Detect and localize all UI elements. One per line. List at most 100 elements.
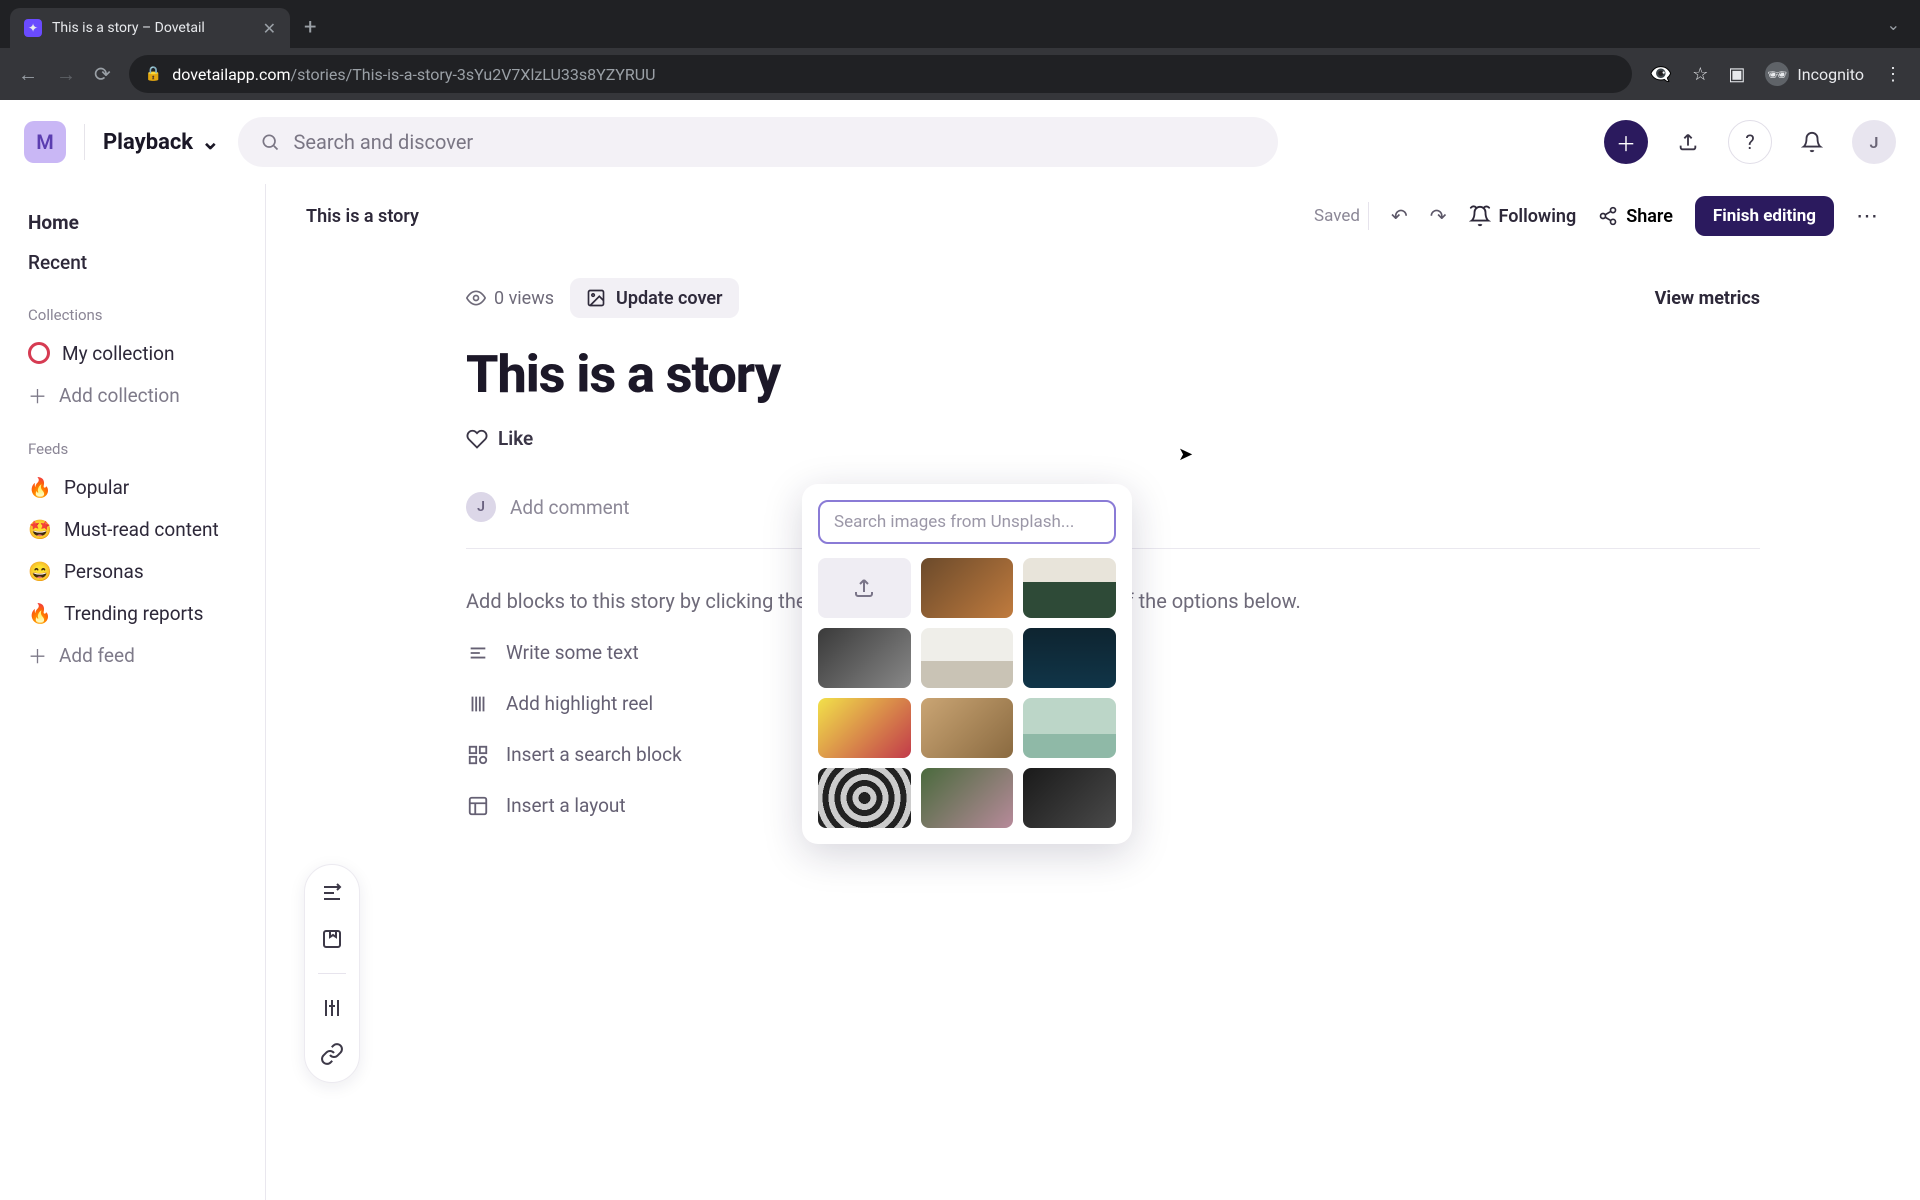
upload-icon[interactable] (1666, 120, 1710, 164)
following-label: Following (1499, 206, 1577, 227)
incognito-icon: 🕶 (1765, 62, 1789, 86)
url-path: /stories/This-is-a-story-3sYu2V7XlzLU33s… (291, 65, 656, 84)
option-label: Insert a search block (506, 743, 682, 766)
image-thumbnail[interactable] (818, 628, 911, 688)
image-thumbnail[interactable] (921, 698, 1014, 758)
search-placeholder: Search and discover (294, 130, 474, 154)
image-thumbnail[interactable] (921, 628, 1014, 688)
breadcrumb-title[interactable]: This is a story (306, 206, 419, 227)
sidebar: Home Recent Collections My collection ＋ … (0, 184, 266, 1200)
option-label: Insert a layout (506, 794, 626, 817)
image-thumbnail[interactable] (818, 698, 911, 758)
option-label: Write some text (506, 641, 639, 664)
like-button[interactable]: Like (466, 427, 1760, 450)
tab-title: This is a story – Dovetail (52, 20, 205, 36)
update-cover-label: Update cover (616, 288, 722, 309)
link-block-button[interactable] (320, 1042, 344, 1066)
window-controls[interactable]: ⌄ (1887, 15, 1910, 34)
image-thumbnail[interactable] (1023, 768, 1116, 828)
incognito-indicator: 🕶 Incognito (1765, 62, 1864, 86)
browser-menu-icon[interactable]: ⋮ (1884, 64, 1902, 85)
browser-tab[interactable]: ✦ This is a story – Dovetail ✕ (10, 8, 290, 48)
save-status: Saved (1314, 202, 1369, 230)
collection-label: My collection (62, 342, 175, 365)
user-avatar[interactable]: J (1852, 120, 1896, 164)
nav-recent[interactable]: Recent (22, 242, 253, 282)
image-thumbnail[interactable] (818, 768, 911, 828)
add-feed-button[interactable]: ＋ Add feed (22, 634, 253, 676)
workspace-switcher[interactable]: Playback ⌄ (103, 130, 220, 155)
redo-button[interactable]: ↷ (1430, 204, 1447, 228)
fire-icon: 🔥 (28, 476, 52, 499)
chevron-down-icon: ⌄ (201, 130, 219, 155)
feed-label: Personas (64, 560, 144, 583)
feed-trending[interactable]: 🔥Trending reports (22, 592, 253, 634)
add-collection-button[interactable]: ＋ Add collection (22, 374, 253, 416)
back-button[interactable]: ← (18, 62, 38, 87)
address-bar[interactable]: 🔒 dovetailapp.com/stories/This-is-a-stor… (129, 55, 1632, 93)
create-button[interactable]: ＋ (1604, 120, 1648, 164)
notifications-button[interactable] (1790, 120, 1834, 164)
like-label: Like (498, 427, 533, 450)
feed-popular[interactable]: 🔥 Popular (22, 466, 253, 508)
image-thumbnail[interactable] (921, 768, 1014, 828)
help-button[interactable]: ? (1728, 120, 1772, 164)
search-block-icon (466, 744, 490, 766)
bookmark-star-icon[interactable]: ☆ (1692, 64, 1708, 85)
smile-icon: 😄 (28, 560, 52, 583)
undo-button[interactable]: ↶ (1391, 204, 1408, 228)
eye-off-icon[interactable]: 👁️‍🗨️ (1650, 64, 1672, 85)
workspace-name: Playback (103, 130, 193, 155)
highlight-block-button[interactable] (320, 996, 344, 1020)
star-eyes-icon: 🤩 (28, 518, 52, 541)
new-tab-button[interactable]: + (290, 15, 330, 40)
image-thumbnail[interactable] (1023, 558, 1116, 618)
reload-button[interactable]: ⟳ (94, 62, 111, 86)
workspace-badge[interactable]: M (24, 121, 66, 163)
add-collection-label: Add collection (59, 384, 180, 407)
feed-label: Popular (64, 476, 129, 499)
following-button[interactable]: Following (1469, 205, 1577, 227)
upload-image-button[interactable] (818, 558, 911, 618)
note-block-button[interactable] (320, 927, 344, 951)
collection-icon (28, 342, 50, 364)
image-thumbnail[interactable] (1023, 628, 1116, 688)
incognito-label: Incognito (1797, 65, 1864, 84)
collection-my-collection[interactable]: My collection (22, 332, 253, 374)
image-thumbnail[interactable] (921, 558, 1014, 618)
share-label: Share (1626, 206, 1673, 227)
extensions-icon[interactable]: ▣ (1728, 64, 1745, 85)
views-count: 0 views (466, 288, 554, 309)
tab-close-icon[interactable]: ✕ (263, 19, 276, 38)
tab-favicon: ✦ (24, 19, 42, 37)
feed-label: Must-read content (64, 518, 219, 541)
section-collections: Collections (28, 306, 253, 324)
divider (84, 124, 85, 160)
add-feed-label: Add feed (59, 644, 135, 667)
comment-avatar: J (466, 492, 496, 522)
block-toolbar (304, 864, 360, 1083)
story-title[interactable]: This is a story (466, 344, 1760, 405)
more-menu-button[interactable]: ⋯ (1856, 204, 1880, 229)
update-cover-button[interactable]: Update cover (570, 278, 738, 318)
global-search[interactable]: Search and discover (238, 117, 1278, 167)
text-icon (466, 642, 490, 664)
forward-button[interactable]: → (56, 62, 76, 87)
lock-icon: 🔒 (145, 66, 162, 82)
highlight-icon (466, 693, 490, 715)
option-label: Add highlight reel (506, 692, 653, 715)
add-comment-input[interactable]: Add comment (510, 496, 629, 519)
mouse-cursor: ➤ (1178, 444, 1193, 465)
toolbar-separator (318, 973, 346, 974)
image-thumbnail[interactable] (1023, 698, 1116, 758)
text-block-button[interactable] (320, 881, 344, 905)
view-metrics-button[interactable]: View metrics (1655, 288, 1760, 309)
finish-editing-button[interactable]: Finish editing (1695, 196, 1834, 236)
unsplash-search-input[interactable] (818, 500, 1116, 544)
plus-icon: ＋ (28, 382, 47, 409)
share-button[interactable]: Share (1598, 206, 1673, 227)
feed-must-read[interactable]: 🤩 Must-read content (22, 508, 253, 550)
plus-icon: ＋ (28, 642, 47, 669)
nav-home[interactable]: Home (22, 202, 253, 242)
feed-personas[interactable]: 😄 Personas (22, 550, 253, 592)
